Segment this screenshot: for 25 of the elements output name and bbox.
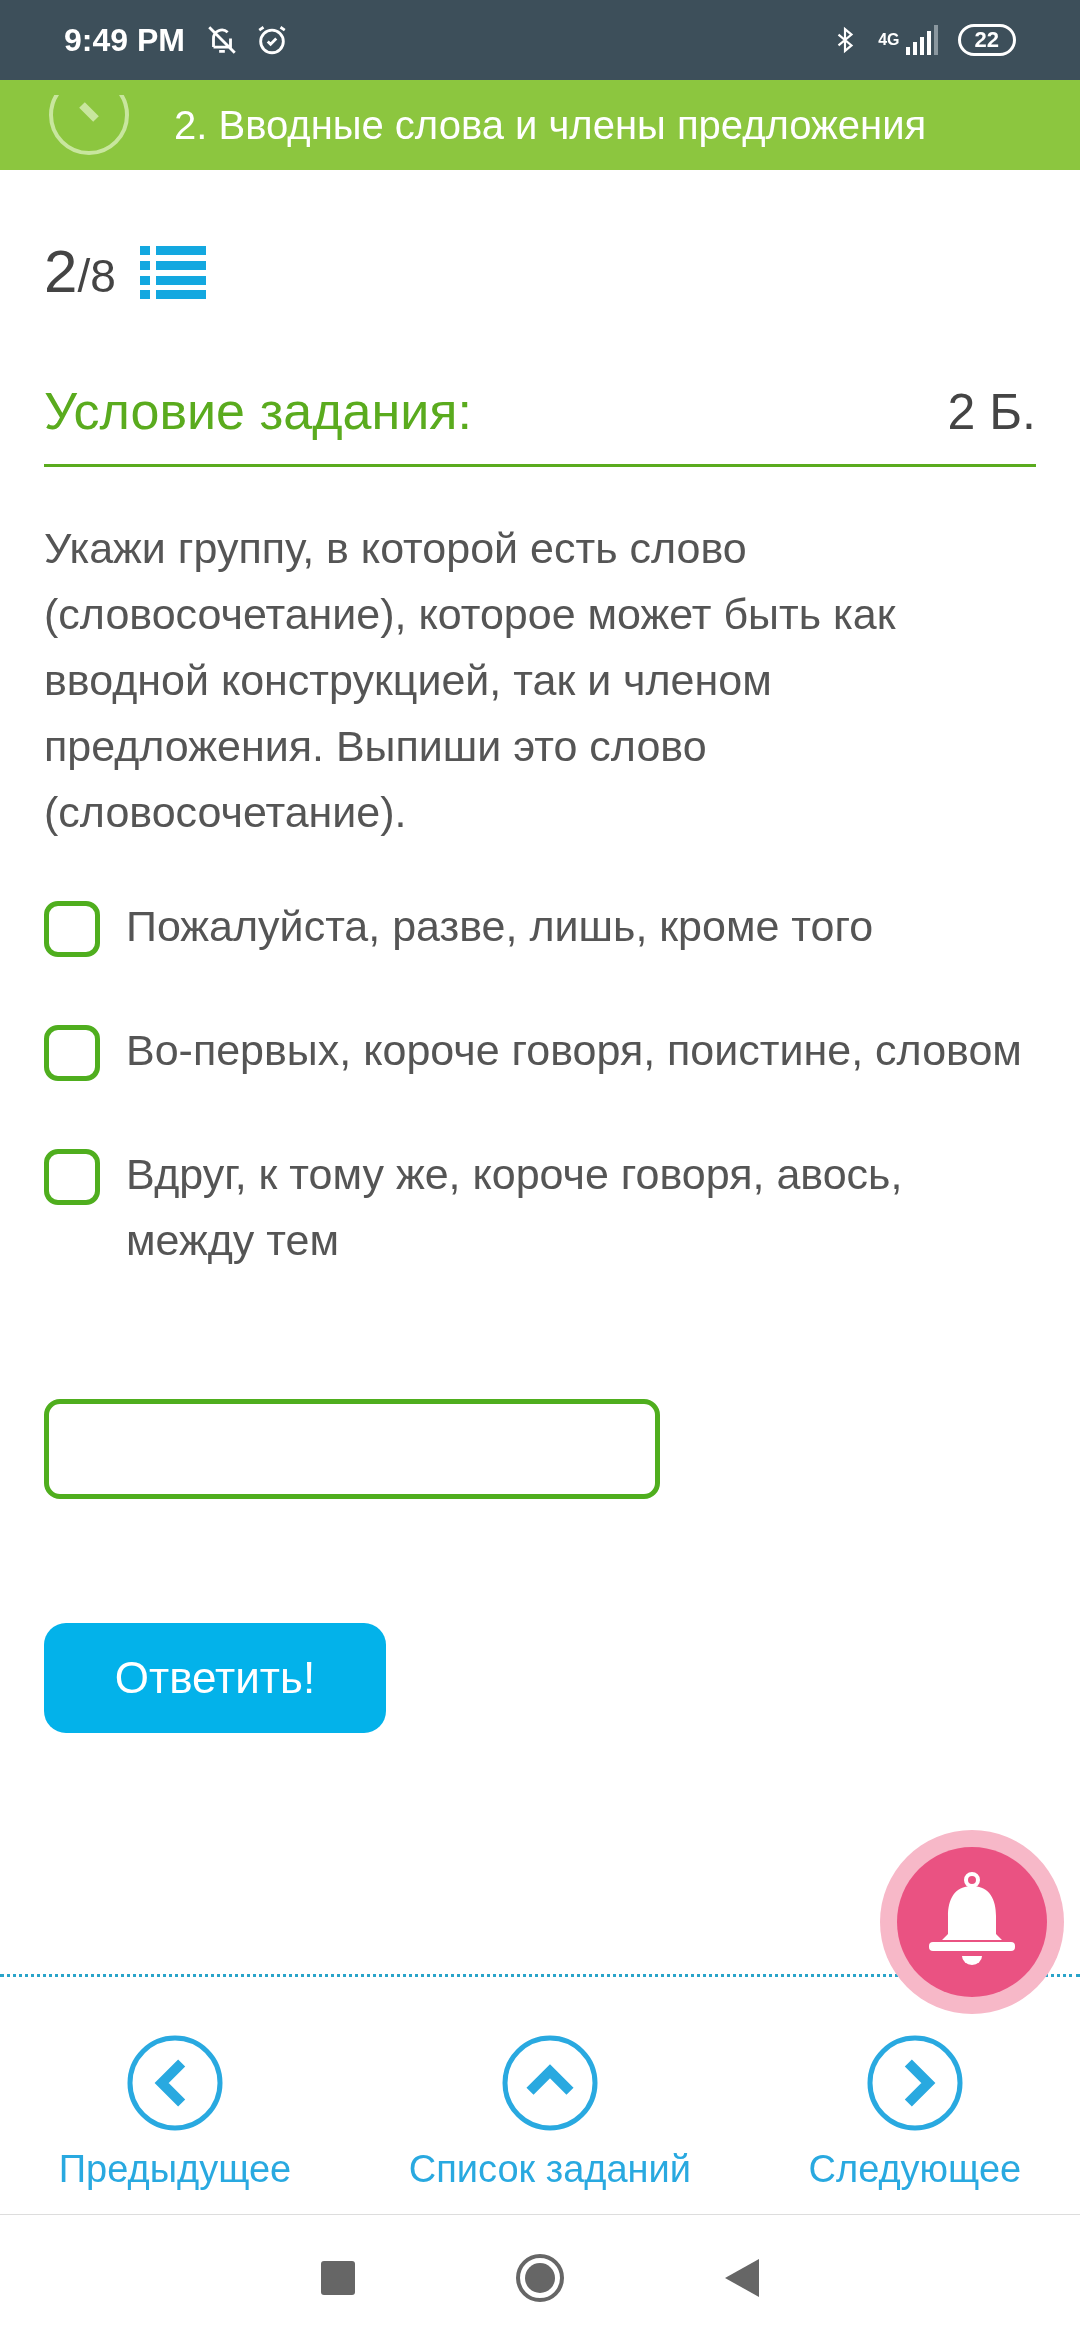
square-icon[interactable] xyxy=(321,2260,355,2295)
network-type: 4G xyxy=(878,30,900,50)
task-heading: Условие задания: xyxy=(44,381,472,442)
option-checkbox[interactable] xyxy=(44,1025,100,1081)
option-label[interactable]: Во-первых, короче говоря, поистине, словом xyxy=(126,1017,1022,1083)
option-checkbox[interactable] xyxy=(44,901,100,957)
task-text: Укажи группу, в которой есть слово (словосочетание), которое может быть как вводной конструкцией, так и членом предложения. Выпиши это слово (словосочетание). xyxy=(44,523,897,838)
option-label[interactable]: Пожалуйста, разве, лишь, кроме того xyxy=(126,893,874,959)
option-label[interactable]: Вдруг, к тому же, короче говоря, авось, между тем xyxy=(126,1141,1036,1273)
option-checkbox[interactable] xyxy=(44,1149,100,1205)
back-triangle-icon[interactable] xyxy=(725,2258,759,2297)
battery-level: 22 xyxy=(957,24,1016,56)
nav-button[interactable]: Предыдущее xyxy=(58,2033,292,2198)
nav-button[interactable]: Список заданий xyxy=(408,2033,692,2198)
answer-field[interactable] xyxy=(44,1399,660,1499)
signal-icon xyxy=(903,25,938,55)
task-counter: 2/8 xyxy=(44,237,116,307)
list-icon[interactable] xyxy=(139,244,206,300)
status-time: 9:49 PM xyxy=(64,21,185,60)
nav-button[interactable]: Следующее xyxy=(808,2033,1022,2198)
task-points: 2 Б. xyxy=(947,383,1036,442)
chevron-left-icon xyxy=(125,2033,225,2133)
home-icon[interactable] xyxy=(515,2252,565,2303)
header-title: 2. Вводные слова и члены предложения xyxy=(174,102,927,149)
answer-button[interactable]: Ответить! xyxy=(44,1623,386,1733)
